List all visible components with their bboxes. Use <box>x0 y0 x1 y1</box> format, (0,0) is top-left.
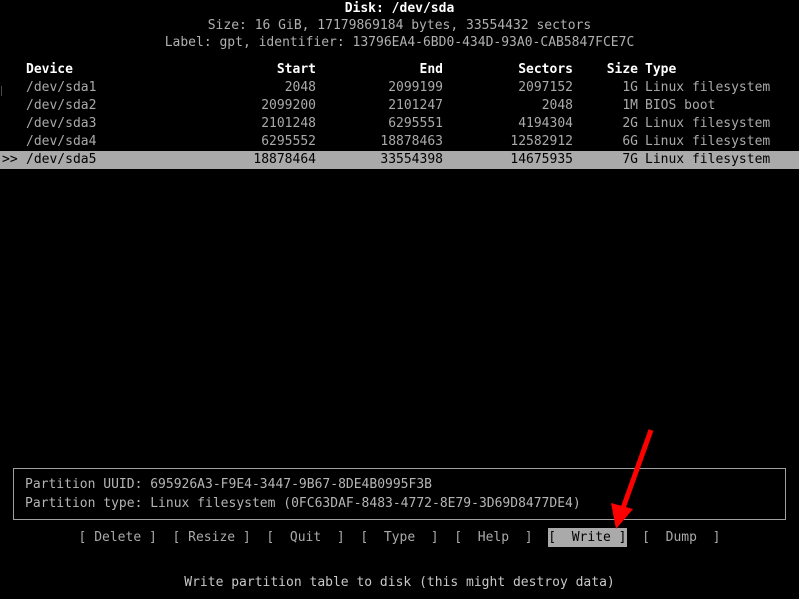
row-size: 6G <box>622 134 638 149</box>
row-selection-marker <box>0 79 26 97</box>
help-button[interactable]: [ Help ] <box>454 528 532 547</box>
disk-title: Disk: /dev/sda <box>344 1 455 16</box>
column-header-end: End <box>419 62 443 77</box>
header-marker-cell <box>0 61 26 79</box>
row-device: /dev/sda5 <box>26 152 97 167</box>
dump-button[interactable]: [ Dump ] <box>642 528 720 547</box>
status-line: Write partition table to disk (this migh… <box>184 575 615 590</box>
partition-uuid-line: Partition UUID: 695926A3-F9E4-3447-9B67-… <box>25 477 432 492</box>
row-type: Linux filesystem <box>645 134 771 149</box>
row-type: Linux filesystem <box>645 116 771 131</box>
row-end: 18878463 <box>380 134 443 149</box>
row-start: 2099200 <box>261 98 316 113</box>
table-row[interactable]: /dev/sda1 2048 2099199 2097152 1G Linux … <box>0 79 799 97</box>
row-selection-marker: >> <box>2 152 18 167</box>
row-selection-marker <box>0 97 26 115</box>
partition-detail-box: Partition UUID: 695926A3-F9E4-3447-9B67-… <box>13 468 786 520</box>
row-size: 2G <box>622 116 638 131</box>
row-end: 2099199 <box>388 80 443 95</box>
row-type: BIOS boot <box>645 98 716 113</box>
row-device: /dev/sda1 <box>26 80 97 95</box>
menu-gap <box>345 528 361 547</box>
partition-type-line: Partition type: Linux filesystem (0FC63D… <box>25 496 581 511</box>
type-button[interactable]: [ Type ] <box>360 528 438 547</box>
disk-size-line: Size: 16 GiB, 17179869184 bytes, 3355443… <box>207 18 592 33</box>
row-device: /dev/sda2 <box>26 98 97 113</box>
row-start: 2101248 <box>261 116 316 131</box>
table-row[interactable]: /dev/sda2 2099200 2101247 2048 1M BIOS b… <box>0 97 799 115</box>
delete-button[interactable]: [ Delete ] <box>79 528 157 547</box>
row-start: 18878464 <box>253 152 316 167</box>
row-end: 33554398 <box>380 152 443 167</box>
partition-table-header-row: Device Start End Sectors Size Type <box>0 61 799 79</box>
table-row[interactable]: /dev/sda3 2101248 6295551 4194304 2G Lin… <box>0 115 799 133</box>
row-end: 2101247 <box>388 98 443 113</box>
column-header-sectors: Sectors <box>518 62 573 77</box>
column-header-start: Start <box>276 62 316 77</box>
row-type: Linux filesystem <box>645 80 771 95</box>
menu-gap <box>157 528 173 547</box>
disk-header: Disk: /dev/sda Size: 16 GiB, 17179869184… <box>0 0 799 51</box>
row-sectors: 4194304 <box>518 116 573 131</box>
row-size: 7G <box>622 152 638 167</box>
partition-table: Device Start End Sectors Size Type /dev/… <box>0 61 799 169</box>
row-size: 1G <box>622 80 638 95</box>
row-device: /dev/sda3 <box>26 116 97 131</box>
row-device: /dev/sda4 <box>26 134 97 149</box>
menu-bar: [ Delete ] [ Resize ] [ Quit ] [ Type ] … <box>0 528 799 547</box>
row-type: Linux filesystem <box>645 152 771 167</box>
cfdisk-screen: Disk: /dev/sda Size: 16 GiB, 17179869184… <box>0 0 799 599</box>
row-sectors: 2097152 <box>518 80 573 95</box>
menu-gap <box>627 528 643 547</box>
table-row-selected[interactable]: >> /dev/sda5 18878464 33554398 14675935 … <box>0 151 799 169</box>
column-header-device: Device <box>26 62 73 77</box>
row-selection-marker <box>0 115 26 133</box>
menu-gap <box>439 528 455 547</box>
row-sectors: 12582912 <box>510 134 573 149</box>
row-sectors: 14675935 <box>510 152 573 167</box>
row-size: 1M <box>622 98 638 113</box>
menu-gap <box>251 528 267 547</box>
quit-button[interactable]: [ Quit ] <box>266 528 344 547</box>
row-selection-marker <box>0 133 26 151</box>
column-header-size: Size <box>606 62 638 77</box>
row-end: 6295551 <box>388 116 443 131</box>
resize-button[interactable]: [ Resize ] <box>172 528 250 547</box>
table-row[interactable]: /dev/sda4 6295552 18878463 12582912 6G L… <box>0 133 799 151</box>
write-button[interactable]: [ Write ] <box>548 528 627 547</box>
menu-gap <box>533 528 549 547</box>
column-header-type: Type <box>645 62 677 77</box>
row-start: 6295552 <box>261 134 316 149</box>
disk-label-line: Label: gpt, identifier: 13796EA4-6BD0-43… <box>164 35 635 50</box>
row-sectors: 2048 <box>541 98 573 113</box>
row-start: 2048 <box>284 80 316 95</box>
